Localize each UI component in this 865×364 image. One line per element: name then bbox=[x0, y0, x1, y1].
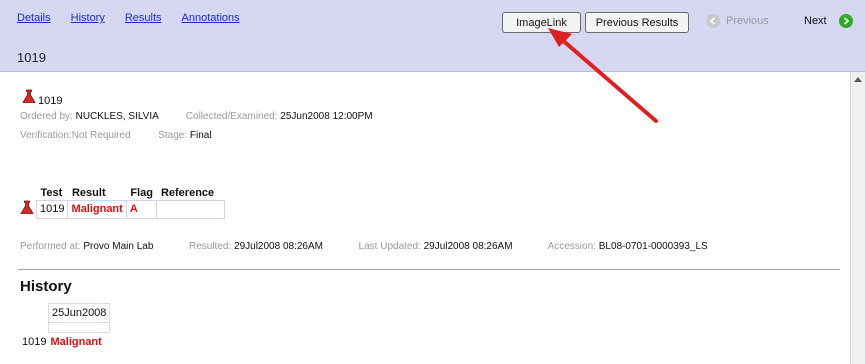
stage-value: Final bbox=[189, 130, 212, 141]
accession-value: BL08-0701-0000393_LS bbox=[598, 241, 708, 252]
previous-label: Previous bbox=[726, 15, 769, 27]
performed-at-label: Performed at: bbox=[20, 241, 81, 252]
nav-link-history[interactable]: History bbox=[71, 12, 105, 24]
resulted-value: 29Jul2008 08:26AM bbox=[234, 241, 323, 252]
history-result: Malignant bbox=[50, 336, 102, 349]
history-test: 1019 bbox=[22, 336, 47, 348]
section-divider bbox=[18, 269, 840, 270]
nav-link-annotations[interactable]: Annotations bbox=[182, 12, 240, 24]
ordered-by-label: Ordered by: bbox=[20, 111, 73, 122]
history-date: 25Jun2008 bbox=[47, 303, 111, 323]
history-spacer-row bbox=[20, 322, 111, 333]
last-updated-value: 29Jul2008 08:26AM bbox=[423, 241, 513, 252]
verification-value: Not Required bbox=[71, 130, 131, 141]
row-flask-cell bbox=[20, 200, 37, 218]
col-header-test: Test bbox=[40, 186, 63, 199]
cell-flag: A bbox=[125, 199, 158, 219]
performed-line: Performed at: Provo Main Lab Resulted: 2… bbox=[20, 241, 708, 252]
order-info-line: Ordered by: NUCKLES, SILVIA Collected/Ex… bbox=[20, 111, 373, 122]
header-bar: Details History Results Annotations 1019… bbox=[0, 0, 865, 72]
flask-icon bbox=[20, 200, 34, 218]
cell-result: Malignant bbox=[67, 199, 127, 219]
vertical-scrollbar[interactable] bbox=[850, 72, 865, 364]
collected-label: Collected/Examined: bbox=[185, 111, 278, 122]
col-header-result: Result bbox=[71, 186, 106, 199]
nav-links: Details History Results Annotations bbox=[17, 12, 260, 24]
table-row: 1019 Malignant A bbox=[20, 199, 226, 219]
next-arrow-icon bbox=[838, 14, 853, 28]
imagelink-button[interactable]: ImageLink bbox=[502, 12, 581, 33]
history-heading: History bbox=[20, 278, 72, 295]
next-label: Next bbox=[804, 15, 827, 27]
record-id-title: 1019 bbox=[17, 50, 46, 65]
report-content: 1019 Ordered by: NUCKLES, SILVIA Collect… bbox=[0, 73, 850, 364]
accession-label: Accession: bbox=[547, 241, 596, 252]
cell-test: 1019 bbox=[35, 199, 69, 219]
previous-results-button[interactable]: Previous Results bbox=[585, 12, 689, 33]
previous-button[interactable]: Previous bbox=[706, 14, 769, 28]
col-header-flag: Flag bbox=[130, 186, 153, 199]
col-header-reference: Reference bbox=[160, 186, 215, 199]
resulted-label: Resulted: bbox=[188, 241, 232, 252]
results-table: Test Result Flag Reference 1019 Malignan… bbox=[20, 186, 226, 219]
collected-value: 25Jun2008 12:00PM bbox=[280, 111, 373, 122]
table-row: 1019 Malignant bbox=[20, 333, 110, 352]
history-header-row: 25Jun2008 bbox=[20, 303, 111, 323]
lab-id-row: 1019 bbox=[20, 89, 62, 107]
next-button[interactable]: Next bbox=[804, 14, 853, 28]
ordered-by-value: NUCKLES, SILVIA bbox=[75, 111, 159, 122]
verification-label: Verification: bbox=[20, 130, 72, 141]
nav-link-results[interactable]: Results bbox=[125, 12, 162, 24]
performed-at-value: Provo Main Lab bbox=[83, 241, 154, 252]
stage-label: Stage: bbox=[158, 130, 188, 141]
flask-icon bbox=[22, 89, 36, 107]
cell-reference bbox=[156, 199, 226, 219]
last-updated-label: Last Updated: bbox=[358, 241, 421, 252]
history-table: 25Jun2008 1019 Malignant bbox=[20, 303, 111, 352]
verification-line: Verification:Not Required Stage: Final bbox=[20, 130, 212, 141]
lab-id: 1019 bbox=[38, 95, 63, 107]
scroll-up-icon[interactable] bbox=[851, 72, 865, 86]
nav-link-details[interactable]: Details bbox=[17, 12, 51, 24]
results-header-row: Test Result Flag Reference bbox=[20, 186, 225, 200]
previous-arrow-icon bbox=[706, 14, 720, 28]
